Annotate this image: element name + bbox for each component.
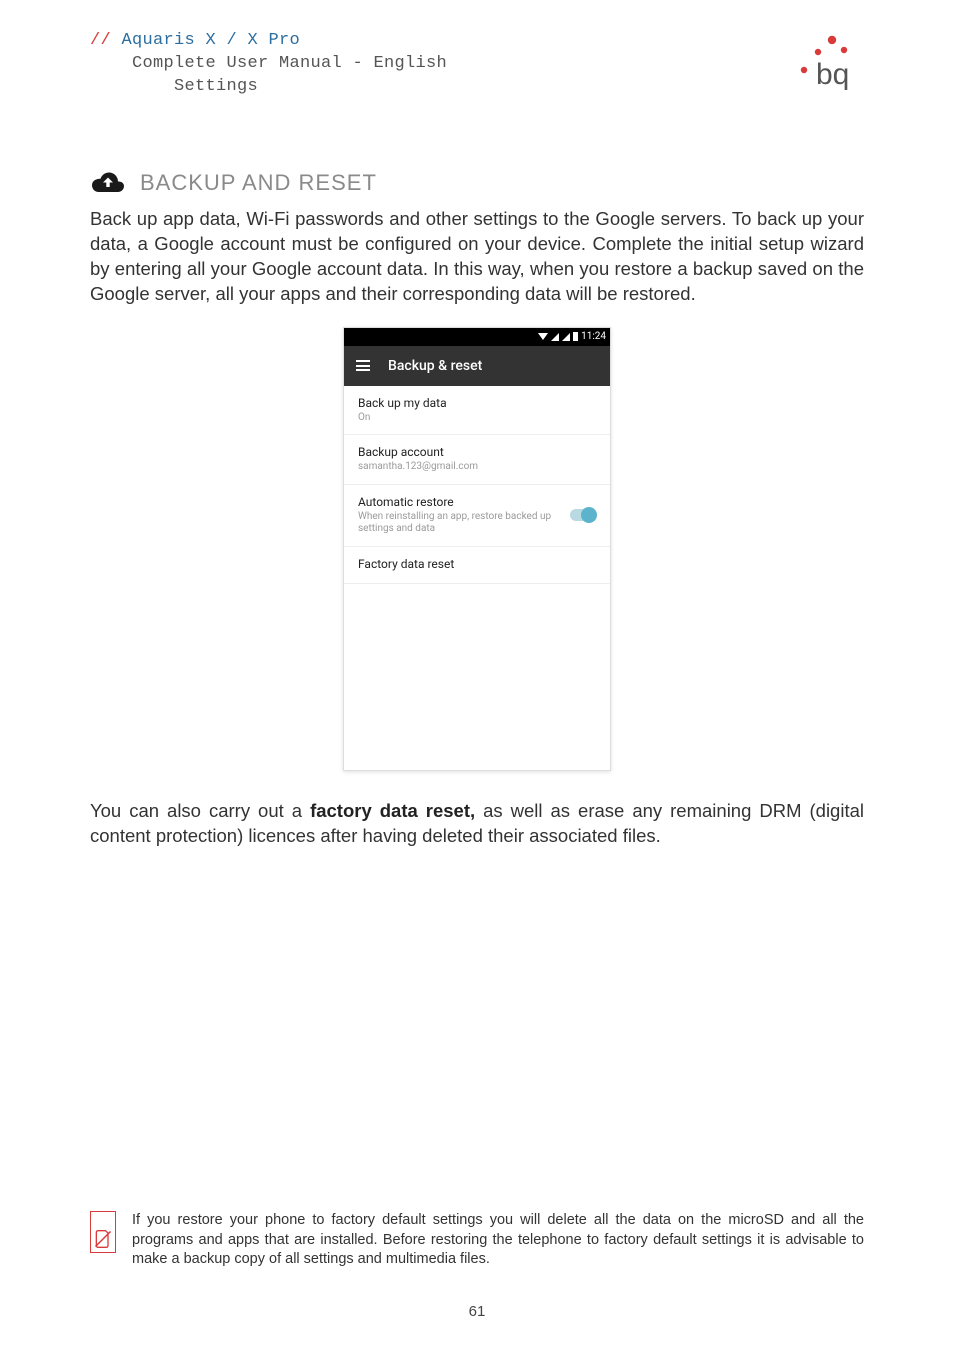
row-title: Back up my data <box>358 396 596 412</box>
row-title: Factory data reset <box>358 557 596 573</box>
header-slashes: // <box>90 31 111 50</box>
battery-icon <box>573 332 578 341</box>
no-sd-icon <box>93 1229 113 1249</box>
row-automatic-restore[interactable]: Automatic restore When reinstalling an a… <box>344 485 610 547</box>
settings-list: Back up my data On Backup account samant… <box>344 386 610 770</box>
dropdown-icon <box>538 333 548 340</box>
status-time: 11:24 <box>581 331 606 342</box>
app-bar: Backup & reset <box>344 346 610 386</box>
warning-text: If you restore your phone to factory def… <box>132 1211 864 1270</box>
page-number: 61 <box>0 1303 954 1320</box>
hamburger-icon[interactable] <box>356 360 370 370</box>
header-line2: Complete User Manual - English <box>132 53 864 76</box>
row-backup-my-data[interactable]: Back up my data On <box>344 386 610 436</box>
text-fragment: You can also carry out a <box>90 800 310 821</box>
phone-screenshot: 11:24 Backup & reset Back up my data On … <box>343 327 611 771</box>
row-title: Automatic restore <box>358 495 560 511</box>
row-subtitle: On <box>358 412 596 425</box>
signal-icon <box>551 333 559 341</box>
paragraph-factory-reset: You can also carry out a factory data re… <box>90 799 864 849</box>
intro-paragraph: Back up app data, Wi-Fi passwords and ot… <box>90 207 864 307</box>
signal-icon <box>562 333 570 341</box>
header-product-text: Aquaris X / X Pro <box>122 31 301 50</box>
text-bold: factory data reset, <box>310 800 475 821</box>
row-backup-account[interactable]: Backup account samantha.123@gmail.com <box>344 435 610 485</box>
section-title: BACKUP AND RESET <box>140 170 377 196</box>
warning-callout: If you restore your phone to factory def… <box>90 1211 864 1270</box>
bq-logo: bq <box>794 30 864 95</box>
row-subtitle: When reinstalling an app, restore backed… <box>358 511 560 536</box>
warning-icon-box <box>90 1211 116 1253</box>
row-factory-reset[interactable]: Factory data reset <box>344 547 610 584</box>
status-bar: 11:24 <box>344 328 610 346</box>
svg-text:bq: bq <box>816 58 849 90</box>
row-subtitle: samantha.123@gmail.com <box>358 461 596 474</box>
header-line3: Settings <box>174 76 864 99</box>
doc-header: // Aquaris X / X Pro Complete User Manua… <box>90 30 864 99</box>
cloud-upload-icon <box>90 169 126 197</box>
toggle-switch[interactable] <box>570 509 596 521</box>
appbar-title: Backup & reset <box>388 358 482 374</box>
row-title: Backup account <box>358 445 596 461</box>
